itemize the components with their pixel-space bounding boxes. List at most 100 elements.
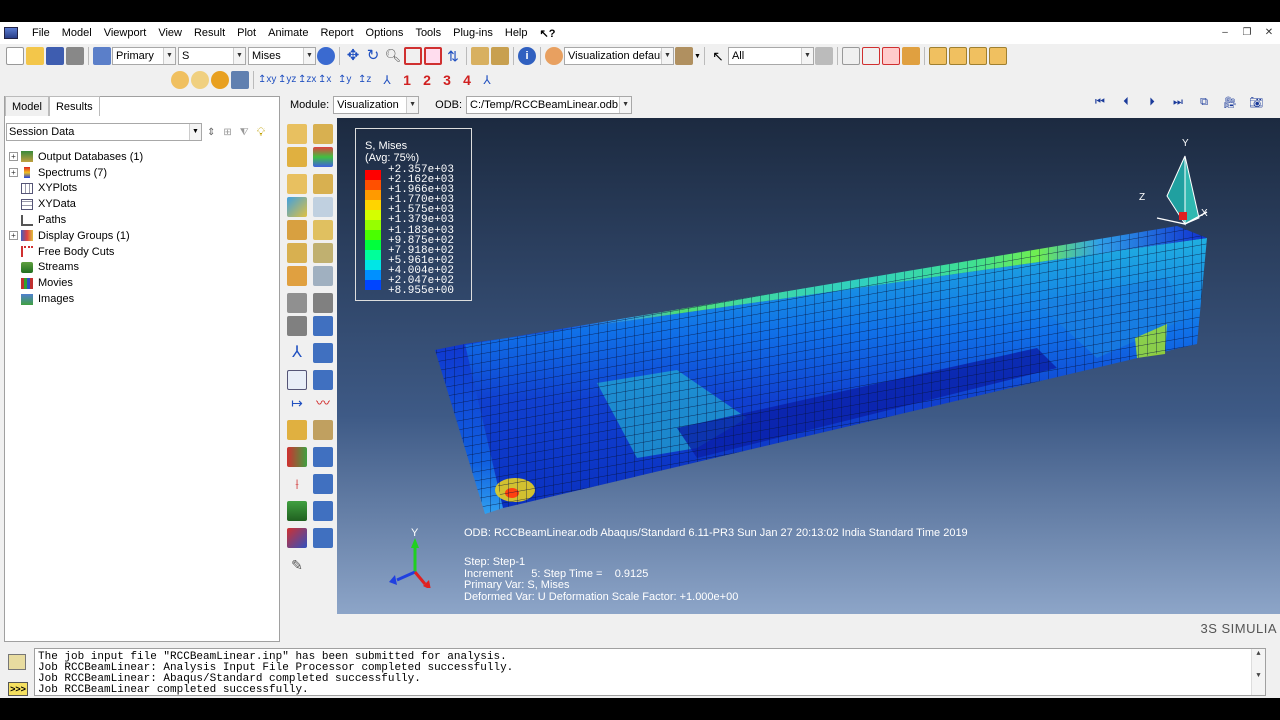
right-view-icon[interactable]	[988, 47, 1007, 65]
camera-icon[interactable]: 📷︎	[1246, 96, 1266, 109]
view-x-icon[interactable]: ↥x	[318, 71, 336, 89]
odb-combo[interactable]: C:/Temp/RCCBeamLinear.odb ▼	[466, 96, 633, 114]
menu-view[interactable]: View	[152, 22, 188, 44]
movie-icon[interactable]: 🎥︎	[1220, 96, 1240, 109]
next-frame-icon[interactable]: ⏵	[1142, 96, 1162, 109]
view-xy-icon[interactable]: ↥xy	[258, 71, 276, 89]
view-z-icon[interactable]: ↥z	[358, 71, 376, 89]
overlay-plot-icon[interactable]	[313, 242, 333, 263]
animate-scale-factor-icon[interactable]	[287, 265, 307, 286]
view-triad-icon[interactable]: ⅄	[478, 71, 496, 89]
xy-data-manager-icon[interactable]	[313, 342, 333, 363]
stream-tool-icon[interactable]	[287, 500, 307, 521]
tree-item-paths[interactable]: Paths	[9, 212, 143, 228]
session-data-combo[interactable]: Session Data ▼	[6, 123, 202, 141]
plot-deformed-icon[interactable]	[313, 123, 333, 144]
menu-viewport[interactable]: Viewport	[98, 22, 153, 44]
animation-manager-icon[interactable]	[313, 315, 333, 336]
user-view-3-button[interactable]: 3	[437, 72, 457, 88]
first-frame-icon[interactable]: ⏮	[1090, 96, 1110, 109]
orientation-options-icon[interactable]	[313, 196, 333, 217]
expand-all-icon[interactable]: ⊞	[223, 127, 231, 138]
query-tool-icon[interactable]	[287, 527, 307, 548]
primary-combo[interactable]: Primary ▼	[112, 47, 176, 65]
menu-result[interactable]: Result	[188, 22, 231, 44]
render-hidden-icon[interactable]	[191, 71, 209, 89]
last-frame-icon[interactable]: ⏭	[1168, 96, 1188, 109]
command-line-icon[interactable]: >>>	[8, 682, 28, 696]
remove-selected-icon[interactable]	[861, 47, 880, 65]
user-view-1-button[interactable]: 1	[397, 72, 417, 88]
perspective-icon[interactable]	[471, 47, 489, 65]
box-zoom-icon[interactable]	[404, 47, 422, 65]
create-display-group-tool-icon[interactable]	[287, 446, 307, 467]
animate-time-history-icon[interactable]	[287, 292, 307, 313]
replace-selected-icon[interactable]	[841, 47, 860, 65]
animate-harmonic-icon[interactable]	[313, 292, 333, 313]
tree-item-images[interactable]: Images	[9, 291, 143, 307]
expand-icon[interactable]: +	[9, 152, 18, 162]
query-info-icon[interactable]: i	[518, 47, 536, 65]
contour-legend[interactable]: S, Mises (Avg: 75%) +2.357e+03 +2.162e+0…	[355, 128, 472, 301]
minimize-icon[interactable]: –	[1214, 22, 1236, 44]
menu-plugins[interactable]: Plug-ins	[447, 22, 499, 44]
stream-manager-icon[interactable]	[313, 500, 333, 521]
symbol-options-icon[interactable]	[313, 173, 333, 194]
rotate-icon[interactable]: ↻	[364, 47, 382, 65]
plot-symbols-icon[interactable]	[287, 173, 307, 194]
tree-item-xyplots[interactable]: XYPlots	[9, 181, 143, 197]
restore-icon[interactable]: ❐	[1236, 22, 1258, 44]
expand-icon[interactable]: +	[9, 168, 18, 178]
viewport-canvas[interactable]: S, Mises (Avg: 75%) +2.357e+03 +2.162e+0…	[337, 118, 1280, 614]
previous-frame-icon[interactable]: ⏴	[1116, 96, 1136, 109]
free-body-cut-tool-icon[interactable]: ⟊	[287, 474, 307, 494]
module-combo[interactable]: Visualization ▼	[333, 96, 420, 114]
message-area[interactable]: The job input file "RCCBeamLinear.inp" h…	[34, 648, 1266, 696]
selection-options-icon[interactable]	[814, 47, 833, 65]
user-view-4-button[interactable]: 4	[457, 72, 477, 88]
path-manager-icon[interactable]	[313, 369, 333, 390]
animation-options-icon[interactable]	[313, 265, 333, 286]
invariant-combo[interactable]: Mises ▼	[248, 47, 316, 65]
contour-options-icon[interactable]	[313, 146, 333, 167]
auto-fit-icon[interactable]	[424, 47, 442, 65]
menu-tools[interactable]: Tools	[409, 22, 447, 44]
view-y-icon[interactable]: ↥y	[338, 71, 356, 89]
view-cut-icon[interactable]	[287, 419, 307, 440]
allow-multiple-plots-icon[interactable]	[287, 219, 307, 240]
cycle-views-icon[interactable]: ⇅	[444, 47, 462, 65]
app-icon[interactable]	[4, 27, 18, 39]
tree-item-movies[interactable]: Movies	[9, 275, 143, 291]
palette-icon[interactable]	[545, 47, 563, 65]
lightbulb-icon[interactable]: 💡︎	[257, 125, 265, 140]
render-shaded-icon[interactable]	[171, 71, 189, 89]
plot-material-orientation-icon[interactable]	[287, 196, 307, 217]
menu-options[interactable]: Options	[360, 22, 410, 44]
sort-icon[interactable]: ⇕	[207, 127, 215, 138]
plot-undeformed-icon[interactable]	[287, 123, 307, 144]
parallel-icon[interactable]	[491, 47, 509, 65]
refresh-icon[interactable]	[317, 47, 335, 65]
field-output-icon[interactable]	[93, 47, 111, 65]
view-cut-manager-icon[interactable]	[313, 419, 333, 440]
tree-item-output-databases[interactable]: + Output Databases (1)	[9, 149, 143, 165]
add-selected-icon[interactable]	[881, 47, 900, 65]
frame-selector-icon[interactable]: ⧉	[1194, 96, 1214, 109]
render-style-icon[interactable]	[675, 47, 693, 65]
filter-icon[interactable]: ⧨	[240, 127, 249, 138]
free-body-manager-icon[interactable]	[313, 473, 333, 494]
plot-contours-icon[interactable]	[287, 146, 307, 167]
field-var-combo[interactable]: S ▼	[178, 47, 246, 65]
menu-report[interactable]: Report	[314, 22, 359, 44]
expand-icon[interactable]: +	[9, 231, 18, 241]
close-icon[interactable]: ✕	[1258, 22, 1280, 44]
select-arrow-icon[interactable]: ↖	[709, 47, 727, 65]
create-path-icon[interactable]	[287, 369, 307, 390]
view-cube-triad[interactable]: Y Z X	[1137, 136, 1217, 236]
tree-item-spectrums[interactable]: + Spectrums (7)	[9, 165, 143, 181]
common-options-icon[interactable]	[287, 242, 307, 263]
menu-model[interactable]: Model	[56, 22, 98, 44]
view-zx-icon[interactable]: ↥zx	[298, 71, 316, 89]
selection-filter-combo[interactable]: All ▼	[727, 47, 814, 65]
view-yz-icon[interactable]: ↥yz	[278, 71, 296, 89]
